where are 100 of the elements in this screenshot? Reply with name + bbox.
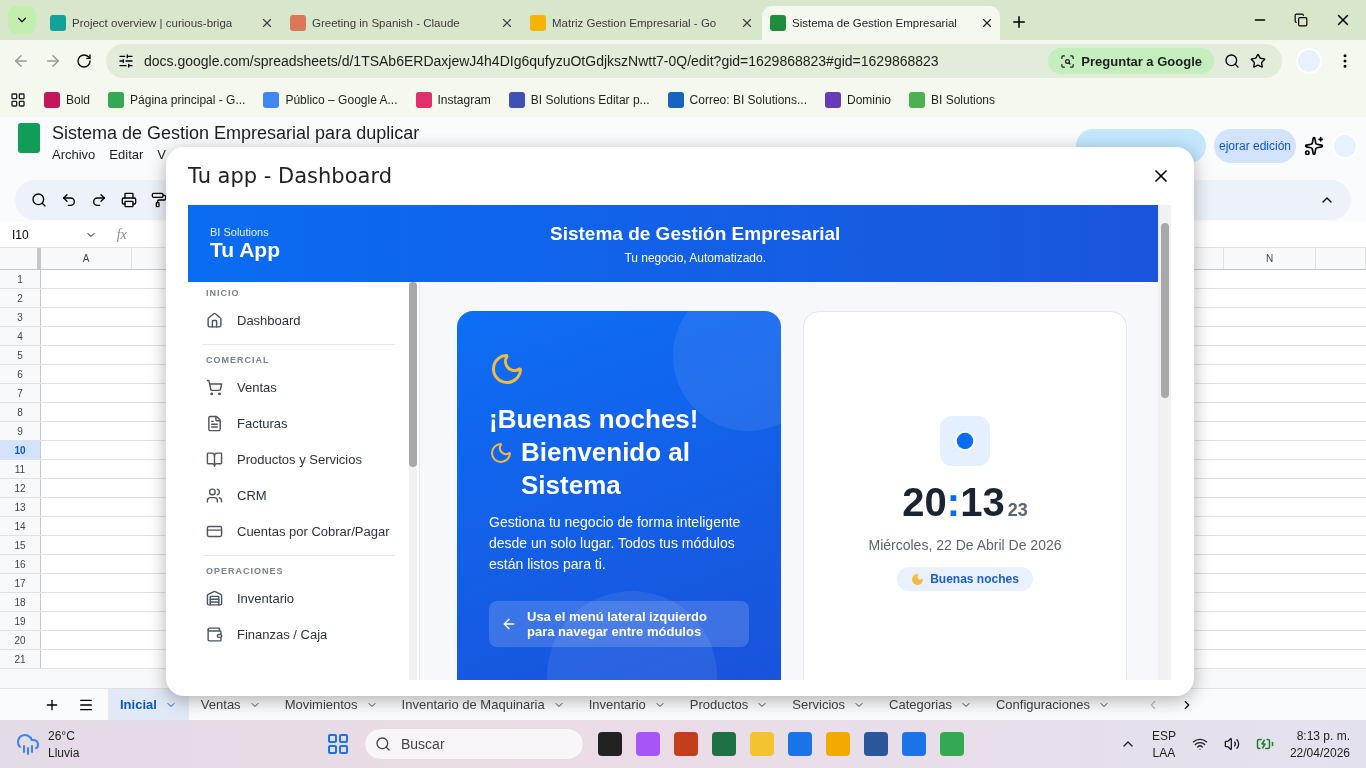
restore-icon[interactable] (1294, 13, 1308, 27)
sparkle-icon[interactable] (1304, 136, 1324, 156)
browser-tab[interactable]: Project overview | curious-briga (42, 6, 280, 40)
back-icon[interactable] (12, 52, 30, 70)
nav-item[interactable]: CRM (202, 477, 395, 513)
column-header[interactable]: A (41, 248, 132, 269)
row-number[interactable]: 3 (0, 308, 41, 326)
browser-tab[interactable]: Greeting in Spanish - Claude (282, 6, 520, 40)
bookmark-link[interactable]: Correo: BI Solutions... (667, 91, 807, 108)
row-number[interactable]: 7 (0, 384, 41, 402)
bookmark-star-icon[interactable] (1250, 53, 1266, 69)
bookmark-link[interactable]: BI Solutions (909, 91, 996, 108)
row-number[interactable]: 2 (0, 289, 41, 307)
menu-item[interactable]: Editar (109, 147, 144, 162)
browser-tab[interactable]: Sistema de Gestion Empresarial (762, 6, 1000, 40)
taskbar-app-icon[interactable] (864, 732, 888, 756)
row-number[interactable]: 14 (0, 517, 41, 535)
keyboard-layout[interactable]: LAA (1152, 745, 1176, 760)
site-settings-icon[interactable] (118, 53, 134, 69)
nav-item[interactable]: Cuentas por Cobrar/Pagar (202, 513, 395, 549)
sheet-tab[interactable]: Inicial (108, 688, 189, 721)
bookmark-link[interactable]: Bold (44, 91, 91, 108)
bookmark-link[interactable]: BI Solutions Editar p... (508, 91, 650, 108)
cell-reference[interactable]: I10 (12, 227, 29, 242)
zoom-icon[interactable] (1224, 53, 1240, 69)
wifi-icon[interactable] (1191, 736, 1208, 752)
weather-condition[interactable]: Lluvia (48, 745, 80, 760)
undo-icon[interactable] (61, 192, 77, 208)
row-number[interactable]: 8 (0, 403, 41, 421)
scrollbar[interactable] (409, 282, 417, 680)
favicon-icon (290, 15, 306, 31)
input-language[interactable]: ESP (1151, 728, 1176, 743)
reload-icon[interactable] (76, 53, 92, 69)
row-number[interactable]: 18 (0, 593, 41, 611)
bookmark-link[interactable]: Dominio (825, 91, 891, 108)
clock-time[interactable]: 8:13 p. m. (1296, 728, 1350, 743)
close-icon[interactable] (260, 16, 274, 30)
row-number[interactable]: 5 (0, 346, 41, 364)
new-tab-icon[interactable] (1010, 13, 1028, 31)
bookmark-link[interactable]: Página principal - G... (108, 91, 246, 108)
nav-item[interactable]: Finanzas / Caja (202, 616, 395, 652)
apps-icon[interactable] (10, 91, 26, 108)
taskbar-search[interactable]: Buscar (364, 728, 584, 760)
nav-item[interactable]: Facturas (202, 405, 395, 441)
row-number[interactable]: 4 (0, 327, 41, 345)
nav-item[interactable]: Ventas (202, 369, 395, 405)
menu-item[interactable]: V (157, 147, 166, 162)
print-icon[interactable] (121, 192, 137, 208)
bookmark-link[interactable]: Público – Google A... (263, 91, 398, 108)
bookmark-link[interactable]: Instagram (415, 91, 491, 108)
search-icon[interactable] (31, 192, 47, 208)
row-number[interactable]: 11 (0, 460, 41, 478)
redo-icon[interactable] (91, 192, 107, 208)
row-number[interactable]: 6 (0, 365, 41, 383)
volume-icon[interactable] (1223, 736, 1240, 752)
row-number[interactable]: 21 (0, 650, 41, 668)
sheet-tab[interactable]: Configuraciones (983, 688, 1122, 721)
rain-cloud-icon[interactable] (16, 732, 40, 756)
scrollbar[interactable] (1158, 205, 1171, 680)
clock-icon (954, 430, 976, 452)
row-number[interactable]: 1 (0, 270, 41, 288)
row-number[interactable]: 12 (0, 479, 41, 497)
taskbar-app-icon[interactable] (598, 732, 622, 756)
start-icon[interactable] (326, 732, 350, 756)
row-number[interactable]: 15 (0, 536, 41, 554)
nav-icon (206, 625, 223, 643)
sheet-tab[interactable]: Servicios (780, 688, 878, 721)
menu-item[interactable]: Archivo (52, 147, 96, 162)
row-number[interactable]: 17 (0, 574, 41, 592)
row-number[interactable]: 9 (0, 422, 41, 440)
sheet-tab[interactable]: Inventario de Maquinaria (389, 688, 577, 721)
row-number[interactable]: 16 (0, 555, 41, 573)
document-title[interactable]: Sistema de Gestion Empresarial para duplicar (52, 123, 420, 144)
sheet-tab[interactable]: Inventario (576, 688, 678, 721)
browser-tab[interactable]: Matriz Gestion Empresarial - Go (522, 6, 760, 40)
greeting-badge: Buenas noches (897, 567, 1033, 591)
row-number[interactable]: 20 (0, 631, 41, 649)
nav-icon (206, 486, 223, 504)
close-icon[interactable] (980, 16, 994, 30)
sheet-tab[interactable]: Movimientos (272, 688, 390, 721)
ask-google-button[interactable]: Preguntar a Google (1048, 48, 1214, 74)
temperature[interactable]: 26°C (48, 728, 75, 743)
address-bar[interactable]: docs.google.com/spreadsheets/d/1TSAb6ERDaxjewJ4h4DIg6qufyzuOtGdjkszNwtt7-0Q/edit?gid=1629868823#gid=1629868823 Preguntar a Google (106, 44, 1282, 78)
sheet-tab[interactable]: Categorias (877, 688, 984, 721)
nav-item[interactable]: Dashboard (202, 302, 395, 338)
close-icon[interactable] (500, 16, 514, 30)
column-header[interactable]: N (1224, 248, 1316, 269)
paint-format-icon[interactable] (151, 192, 167, 208)
row-number[interactable]: 13 (0, 498, 41, 516)
forward-icon[interactable] (44, 52, 62, 70)
row-number[interactable]: 10 (0, 441, 41, 459)
improve-editing-button[interactable]: ejorar edición (1213, 129, 1296, 163)
sheet-tab[interactable]: Productos (677, 688, 781, 721)
row-number[interactable]: 19 (0, 612, 41, 630)
sheet-tab[interactable]: Ventas (188, 688, 273, 721)
close-icon[interactable] (740, 16, 754, 30)
nav-item[interactable]: Inventario (202, 580, 395, 616)
nav-item[interactable]: Productos y Servicios (202, 441, 395, 477)
bookmark-icon (508, 91, 525, 108)
clock-date[interactable]: 22/04/2026 (1289, 745, 1350, 760)
